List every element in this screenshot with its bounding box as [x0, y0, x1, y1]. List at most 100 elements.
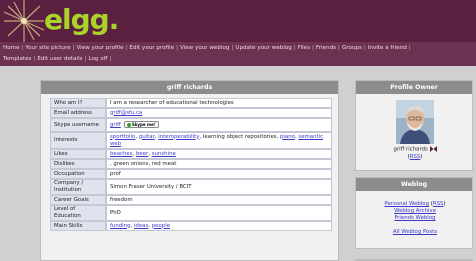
owner-name[interactable]: griff richards	[393, 147, 427, 153]
table-row: Email address griff@sfu.ca	[50, 108, 332, 118]
nav-separator: |	[363, 45, 366, 51]
nav-separator: |	[231, 45, 234, 51]
site-header: elgg.	[0, 0, 476, 42]
table-row: Dislikes , green onions, red meat	[50, 159, 332, 169]
table-row: Occupation prof	[50, 169, 332, 179]
nav-separator: |	[338, 45, 340, 51]
all-weblog-posts-line: All Weblog Posts	[356, 229, 474, 236]
nav-link-view-weblog[interactable]: View your weblog	[180, 45, 230, 51]
interest-link[interactable]: piano	[280, 134, 295, 140]
all-weblog-posts-link[interactable]: All Weblog Posts	[393, 229, 437, 235]
row-value: , green onions, red meat	[106, 159, 332, 169]
profile-panel: griff richards Who am I? I am a research…	[40, 80, 339, 261]
nav-separator: |	[33, 56, 36, 62]
profile-owner-panel: Profile Owner griff richards (RSS)	[355, 80, 473, 171]
table-row: Main Skills funding, ideas, people	[50, 221, 332, 231]
skype-badge-label: Skype me!	[131, 122, 156, 127]
content-area: griff richards Who am I? I am a research…	[0, 66, 476, 261]
like-link[interactable]: beaches	[110, 151, 133, 157]
nav-separator: |	[72, 45, 75, 51]
logo-text[interactable]: elgg.	[44, 4, 119, 36]
row-value: prof	[106, 169, 332, 179]
table-row: Likes beaches, beer, sunshine	[50, 149, 332, 159]
row-value: funding, ideas, people	[106, 221, 332, 231]
email-link[interactable]: griff@sfu.ca	[110, 110, 142, 116]
row-label: Main Skills	[50, 221, 106, 231]
nav-link-view-profile[interactable]: View your profile	[76, 45, 123, 51]
like-link[interactable]: beer	[136, 151, 148, 157]
table-row: Who am I? I am a researcher of education…	[50, 98, 332, 108]
weblog-archive-link[interactable]: Weblog Archive	[394, 208, 436, 214]
row-label: Likes	[50, 149, 106, 159]
row-label: Interests	[50, 132, 106, 149]
nav-separator: |	[176, 45, 178, 51]
table-row: Interests sportfolio, guitar, interopera…	[50, 132, 332, 149]
nav-link-edit-profile[interactable]: Edit your profile	[129, 45, 174, 51]
row-label: Level of Education	[50, 205, 106, 221]
owner-name-line: griff richards	[356, 146, 474, 154]
friend-icon[interactable]	[429, 146, 437, 152]
friends-weblog-line: Friends Weblog	[356, 215, 474, 222]
weblog-panel: Weblog Personal Weblog (RSS) Weblog Arch…	[355, 177, 473, 249]
elgg-logo-star-icon	[3, 0, 45, 42]
friends-weblog-link[interactable]: Friends Weblog	[394, 215, 435, 221]
nav-link-log-off[interactable]: Log off	[88, 56, 107, 62]
owner-rss-link[interactable]: RSS	[410, 154, 421, 160]
nav-separator: |	[21, 45, 24, 51]
row-value: PhD	[106, 205, 332, 221]
nav-separator: |	[408, 45, 411, 51]
nav-link-site-picture[interactable]: Your site picture	[25, 45, 70, 51]
row-label: Occupation	[50, 169, 106, 179]
nav-row-1: Home | Your site picture | View your profile…	[3, 43, 413, 54]
nav-separator: |	[312, 45, 314, 51]
avatar[interactable]	[396, 100, 434, 144]
row-value: I am a researcher of educational technol…	[106, 98, 332, 108]
skill-link[interactable]: funding	[110, 223, 131, 229]
weblog-archive-line: Weblog Archive	[356, 208, 474, 215]
nav-link-home[interactable]: Home	[3, 45, 20, 51]
nav-separator: |	[125, 45, 128, 51]
interest-link[interactable]: guitar	[139, 134, 155, 140]
row-label: Dislikes	[50, 159, 106, 169]
nav-link-files[interactable]: Files	[298, 45, 310, 51]
row-label: Career Goals	[50, 195, 106, 205]
nav-separator: |	[109, 56, 112, 62]
nav-link-friends[interactable]: Friends	[316, 45, 336, 51]
skill-link[interactable]: people	[152, 223, 170, 229]
table-row: Career Goals freedom	[50, 195, 332, 205]
nav-separator: |	[293, 45, 296, 51]
owner-rss: (RSS)	[407, 154, 423, 160]
nav-separator: |	[84, 56, 87, 62]
row-label: Who am I?	[50, 98, 106, 108]
row-value: sportfolio, guitar, interoperability, le…	[106, 132, 332, 149]
personal-weblog-line: Personal Weblog (RSS)	[384, 201, 446, 207]
row-label: Skype username	[50, 118, 106, 132]
nav-link-templates[interactable]: Templates	[3, 56, 31, 62]
like-link[interactable]: sunshine	[152, 151, 176, 157]
personal-weblog-rss-link[interactable]: RSS	[433, 201, 444, 207]
nav-link-invite-friend[interactable]: Invite a friend	[368, 45, 407, 51]
nav-link-edit-user-details[interactable]: Edit user details	[37, 56, 82, 62]
interest-plain-text: , learning object repositories,	[199, 133, 281, 140]
skype-status-icon	[126, 123, 131, 127]
top-navigation: Home | Your site picture | View your profile…	[0, 42, 476, 66]
table-row: Level of Education PhD	[50, 205, 332, 221]
row-label: Company / Institution	[50, 179, 106, 195]
nav-link-update-weblog[interactable]: Update your weblog	[235, 45, 292, 51]
interest-link[interactable]: interoperability	[158, 134, 199, 140]
nav-row-2: Templates | Edit user details | Log off |	[3, 54, 113, 65]
skype-username-link[interactable]: griff	[110, 122, 121, 128]
weblog-title: Weblog	[356, 178, 472, 191]
nav-link-groups[interactable]: Groups	[342, 45, 362, 51]
table-row: Company / Institution Simon Fraser Unive…	[50, 179, 332, 195]
skype-me-button[interactable]: Skype me!	[123, 121, 159, 128]
row-value: griff Skype me!	[106, 118, 332, 132]
skill-link[interactable]: ideas	[134, 223, 148, 229]
row-label: Email address	[50, 108, 106, 118]
interest-link[interactable]: sportfolio	[110, 134, 135, 140]
personal-weblog-link[interactable]: Personal Weblog	[384, 201, 429, 207]
row-value: freedom	[106, 195, 332, 205]
table-row: Skype username griff Skype me!	[50, 118, 332, 132]
profile-panel-title: griff richards	[41, 81, 338, 94]
row-value: beaches, beer, sunshine	[106, 149, 332, 159]
